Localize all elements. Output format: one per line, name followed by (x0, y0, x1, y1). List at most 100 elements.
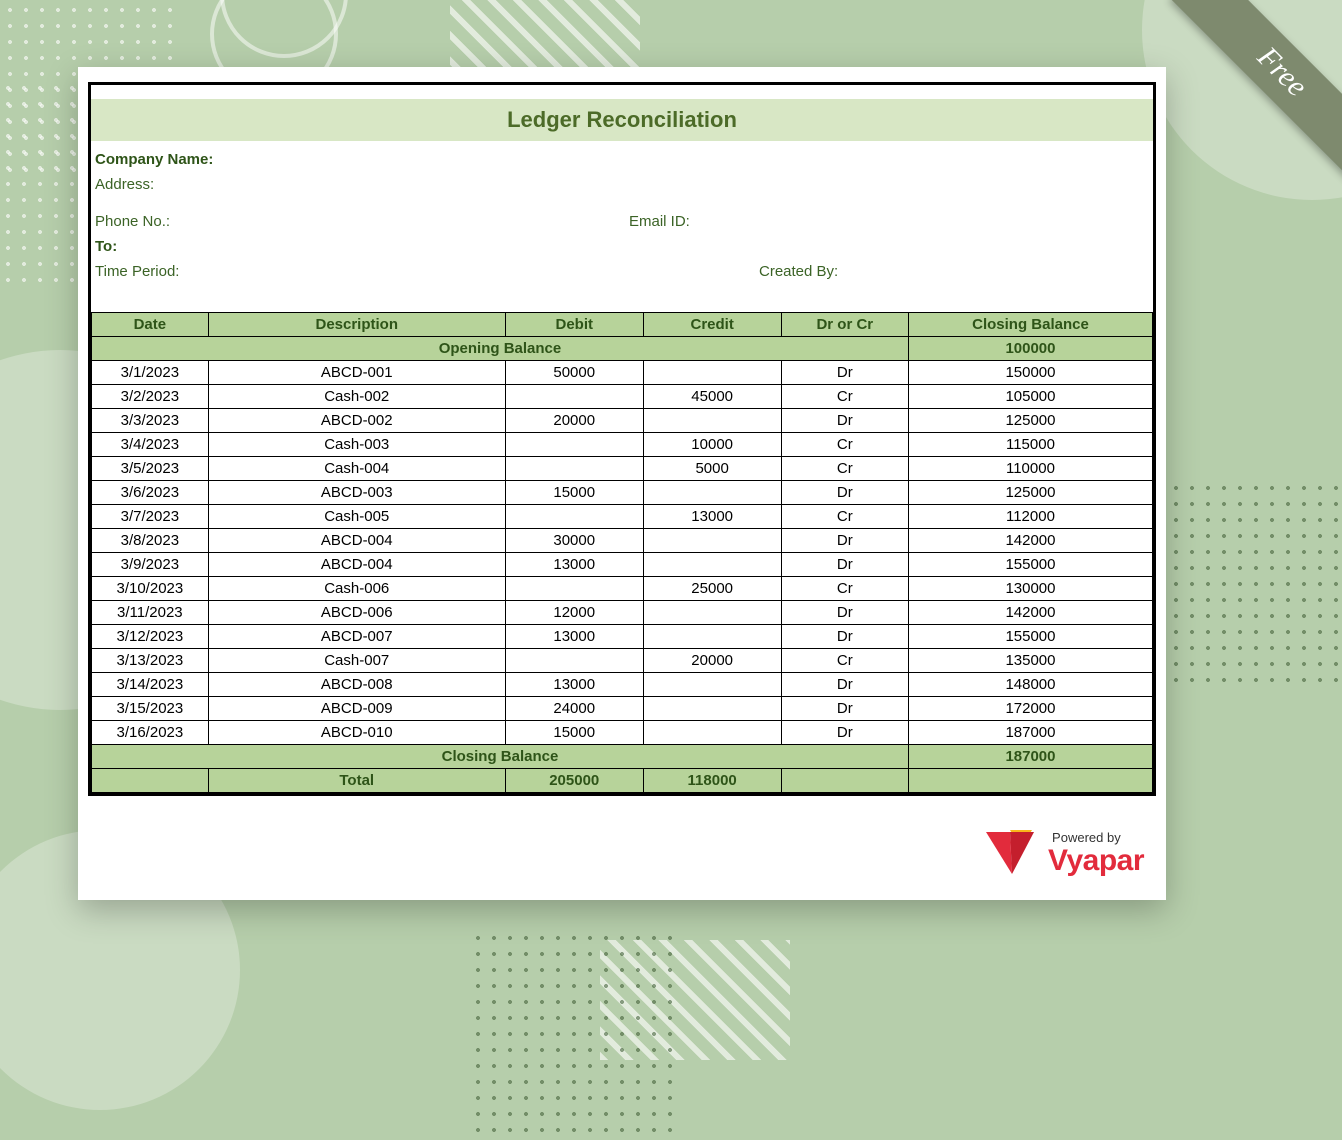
document-sheet: Ledger Reconciliation Company Name: Addr… (78, 67, 1166, 900)
cell-drcr: Dr (781, 481, 908, 505)
cell-credit (643, 673, 781, 697)
table-row: 3/2/2023Cash-00245000Cr105000 (92, 385, 1153, 409)
table-row: 3/10/2023Cash-00625000Cr130000 (92, 577, 1153, 601)
cell-close: 172000 (908, 697, 1152, 721)
cell-debit (505, 649, 643, 673)
opening-balance-row: Opening Balance 100000 (92, 337, 1153, 361)
table-row: 3/14/2023ABCD-00813000Dr148000 (92, 673, 1153, 697)
cell-close: 142000 (908, 529, 1152, 553)
cell-drcr: Cr (781, 505, 908, 529)
cell-desc: ABCD-006 (208, 601, 505, 625)
cell-drcr: Dr (781, 409, 908, 433)
cell-date: 3/16/2023 (92, 721, 209, 745)
cell-date: 3/15/2023 (92, 697, 209, 721)
cell-date: 3/6/2023 (92, 481, 209, 505)
deco-dots (1152, 480, 1342, 690)
total-blank (92, 769, 209, 793)
cell-date: 3/3/2023 (92, 409, 209, 433)
cell-date: 3/9/2023 (92, 553, 209, 577)
cell-close: 150000 (908, 361, 1152, 385)
cell-credit: 20000 (643, 649, 781, 673)
cell-date: 3/1/2023 (92, 361, 209, 385)
cell-drcr: Dr (781, 697, 908, 721)
table-header-row: Date Description Debit Credit Dr or Cr C… (92, 313, 1153, 337)
table-row: 3/13/2023Cash-00720000Cr135000 (92, 649, 1153, 673)
total-blank (908, 769, 1152, 793)
table-row: 3/1/2023ABCD-00150000Dr150000 (92, 361, 1153, 385)
cell-close: 110000 (908, 457, 1152, 481)
cell-desc: ABCD-002 (208, 409, 505, 433)
cell-desc: ABCD-004 (208, 529, 505, 553)
vyapar-logo-icon (984, 828, 1042, 878)
created-by-label: Created By: (759, 263, 1149, 280)
cell-date: 3/11/2023 (92, 601, 209, 625)
cell-credit (643, 697, 781, 721)
cell-drcr: Dr (781, 625, 908, 649)
table-row: 3/5/2023Cash-0045000Cr110000 (92, 457, 1153, 481)
sheet-inner: Ledger Reconciliation Company Name: Addr… (88, 82, 1156, 796)
cell-credit (643, 481, 781, 505)
table-row: 3/7/2023Cash-00513000Cr112000 (92, 505, 1153, 529)
cell-drcr: Cr (781, 457, 908, 481)
cell-credit (643, 625, 781, 649)
table-row: 3/9/2023ABCD-00413000Dr155000 (92, 553, 1153, 577)
cell-drcr: Cr (781, 577, 908, 601)
th-closing: Closing Balance (908, 313, 1152, 337)
closing-balance-label: Closing Balance (92, 745, 909, 769)
total-blank (781, 769, 908, 793)
cell-close: 155000 (908, 553, 1152, 577)
closing-balance-row: Closing Balance187000 (92, 745, 1153, 769)
cell-desc: Cash-006 (208, 577, 505, 601)
deco-dots (470, 930, 680, 1140)
cell-debit: 13000 (505, 625, 643, 649)
email-label: Email ID: (629, 213, 1149, 230)
cell-desc: ABCD-001 (208, 361, 505, 385)
th-debit: Debit (505, 313, 643, 337)
cell-debit: 20000 (505, 409, 643, 433)
cell-close: 112000 (908, 505, 1152, 529)
cell-date: 3/4/2023 (92, 433, 209, 457)
cell-desc: ABCD-009 (208, 697, 505, 721)
cell-desc: ABCD-010 (208, 721, 505, 745)
cell-debit (505, 385, 643, 409)
table-row: 3/11/2023ABCD-00612000Dr142000 (92, 601, 1153, 625)
phone-label: Phone No.: (95, 213, 605, 230)
cell-desc: ABCD-008 (208, 673, 505, 697)
cell-credit (643, 601, 781, 625)
cell-date: 3/12/2023 (92, 625, 209, 649)
cell-credit (643, 409, 781, 433)
cell-drcr: Dr (781, 529, 908, 553)
cell-credit (643, 361, 781, 385)
cell-drcr: Dr (781, 673, 908, 697)
th-date: Date (92, 313, 209, 337)
cell-close: 115000 (908, 433, 1152, 457)
to-label: To: (95, 238, 605, 255)
powered-by-label: Powered by (1052, 831, 1144, 844)
cell-credit (643, 553, 781, 577)
cell-close: 142000 (908, 601, 1152, 625)
cell-debit: 13000 (505, 553, 643, 577)
ledger-table: Date Description Debit Credit Dr or Cr C… (91, 312, 1153, 793)
cell-drcr: Cr (781, 433, 908, 457)
cell-drcr: Dr (781, 361, 908, 385)
cell-desc: Cash-003 (208, 433, 505, 457)
cell-desc: Cash-002 (208, 385, 505, 409)
page-title: Ledger Reconciliation (91, 99, 1153, 141)
cell-debit (505, 505, 643, 529)
cell-close: 135000 (908, 649, 1152, 673)
vyapar-logo: Powered by Vyapar (984, 828, 1144, 878)
cell-credit: 25000 (643, 577, 781, 601)
cell-debit (505, 457, 643, 481)
total-credit: 118000 (643, 769, 781, 793)
opening-balance-value: 100000 (908, 337, 1152, 361)
cell-debit (505, 433, 643, 457)
th-drcr: Dr or Cr (781, 313, 908, 337)
address-label: Address: (95, 176, 605, 193)
cell-debit: 15000 (505, 481, 643, 505)
cell-debit: 12000 (505, 601, 643, 625)
table-row: 3/15/2023ABCD-00924000Dr172000 (92, 697, 1153, 721)
cell-desc: Cash-007 (208, 649, 505, 673)
logo-name: Vyapar (1048, 846, 1144, 876)
cell-desc: ABCD-004 (208, 553, 505, 577)
cell-credit: 45000 (643, 385, 781, 409)
